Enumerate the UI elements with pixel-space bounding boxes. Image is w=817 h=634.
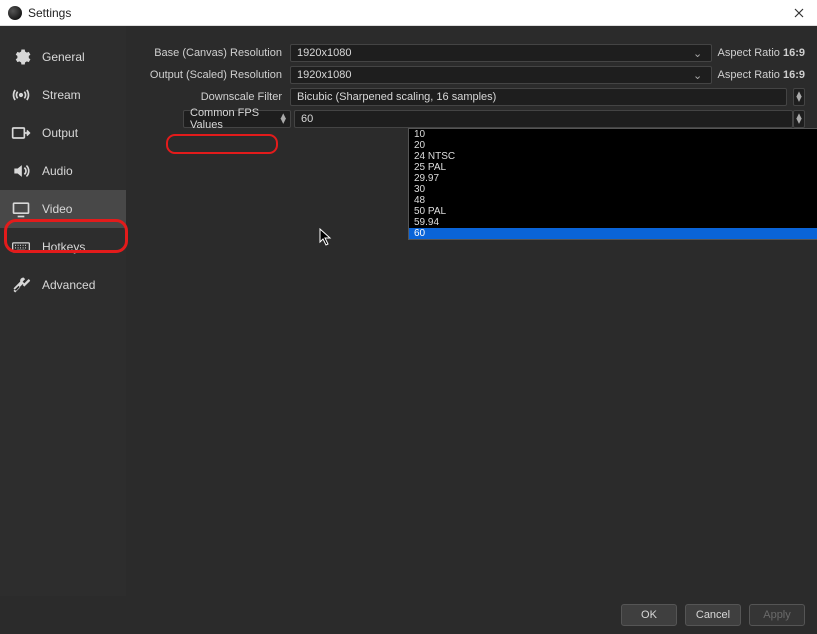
cancel-button[interactable]: Cancel	[685, 604, 741, 626]
fps-option[interactable]: 24 NTSC	[409, 151, 817, 162]
dropdown-value: Bicubic (Sharpened scaling, 16 samples)	[297, 91, 496, 103]
spinner-control[interactable]: ▴▾	[793, 110, 805, 128]
keyboard-icon	[10, 236, 32, 258]
sidebar-item-label: General	[42, 50, 85, 64]
close-button[interactable]	[789, 3, 809, 23]
output-icon	[10, 122, 32, 144]
downscale-filter-row: Downscale Filter Bicubic (Sharpened scal…	[138, 86, 805, 108]
sidebar-item-output[interactable]: Output	[0, 114, 126, 152]
main-area: General Stream Output Audio Video	[0, 26, 817, 596]
sidebar-item-hotkeys[interactable]: Hotkeys	[0, 228, 126, 266]
content-panel: Base (Canvas) Resolution 1920x1080 ⌄ Asp…	[126, 26, 817, 596]
base-resolution-dropdown[interactable]: 1920x1080 ⌄	[290, 44, 712, 62]
fps-options-list: 10 20 24 NTSC 25 PAL 29.97 30 48 50 PAL …	[408, 128, 817, 240]
gear-icon	[10, 46, 32, 68]
chevron-updown-icon: ▴▾	[280, 114, 286, 124]
sidebar-item-stream[interactable]: Stream	[0, 76, 126, 114]
fps-value-dropdown[interactable]: 60	[294, 110, 793, 128]
sidebar: General Stream Output Audio Video	[0, 26, 126, 596]
dropdown-value: 1920x1080	[297, 47, 351, 59]
close-icon	[794, 8, 804, 18]
sidebar-item-label: Audio	[42, 164, 73, 178]
aspect-ratio-label: Aspect Ratio 16:9	[718, 47, 805, 59]
fps-type-dropdown[interactable]: Common FPS Values ▴▾	[183, 110, 291, 128]
fps-option[interactable]: 29.97	[409, 173, 817, 184]
fps-row: Common FPS Values ▴▾ 60 ▴▾	[138, 108, 805, 130]
ok-button[interactable]: OK	[621, 604, 677, 626]
sidebar-item-label: Stream	[42, 88, 81, 102]
sidebar-item-label: Advanced	[42, 278, 95, 292]
fps-option[interactable]: 25 PAL	[409, 162, 817, 173]
sidebar-item-label: Video	[42, 202, 72, 216]
chevron-updown-icon: ▴▾	[796, 114, 802, 124]
tools-icon	[10, 274, 32, 296]
fps-option[interactable]: 60	[409, 228, 817, 239]
sidebar-item-label: Output	[42, 126, 78, 140]
fps-option[interactable]: 10	[409, 129, 817, 140]
sidebar-item-advanced[interactable]: Advanced	[0, 266, 126, 304]
dropdown-value: Common FPS Values	[190, 107, 280, 131]
output-resolution-dropdown[interactable]: 1920x1080 ⌄	[290, 66, 712, 84]
chevron-down-icon: ⌄	[691, 69, 705, 82]
footer: OK Cancel Apply	[0, 596, 817, 634]
speaker-icon	[10, 160, 32, 182]
base-resolution-row: Base (Canvas) Resolution 1920x1080 ⌄ Asp…	[138, 42, 805, 64]
fps-option[interactable]: 59.94	[409, 217, 817, 228]
spinner-control[interactable]: ▴▾	[793, 88, 805, 106]
output-resolution-row: Output (Scaled) Resolution 1920x1080 ⌄ A…	[138, 64, 805, 86]
fps-option[interactable]: 50 PAL	[409, 206, 817, 217]
base-resolution-label: Base (Canvas) Resolution	[138, 47, 290, 59]
monitor-icon	[10, 198, 32, 220]
window-title: Settings	[28, 6, 789, 20]
dropdown-value: 60	[301, 113, 313, 125]
downscale-filter-dropdown[interactable]: Bicubic (Sharpened scaling, 16 samples)	[290, 88, 787, 106]
sidebar-item-label: Hotkeys	[42, 240, 85, 254]
chevron-updown-icon: ▴▾	[796, 92, 802, 102]
dropdown-value: 1920x1080	[297, 69, 351, 81]
sidebar-item-audio[interactable]: Audio	[0, 152, 126, 190]
output-resolution-label: Output (Scaled) Resolution	[138, 69, 290, 81]
downscale-filter-label: Downscale Filter	[138, 91, 290, 103]
titlebar: Settings	[0, 0, 817, 26]
aspect-ratio-label: Aspect Ratio 16:9	[718, 69, 805, 81]
apply-button: Apply	[749, 604, 805, 626]
sidebar-item-general[interactable]: General	[0, 38, 126, 76]
fps-option[interactable]: 48	[409, 195, 817, 206]
app-icon	[8, 6, 22, 20]
fps-option[interactable]: 30	[409, 184, 817, 195]
fps-option[interactable]: 20	[409, 140, 817, 151]
antenna-icon	[10, 84, 32, 106]
sidebar-item-video[interactable]: Video	[0, 190, 126, 228]
chevron-down-icon: ⌄	[691, 47, 705, 60]
